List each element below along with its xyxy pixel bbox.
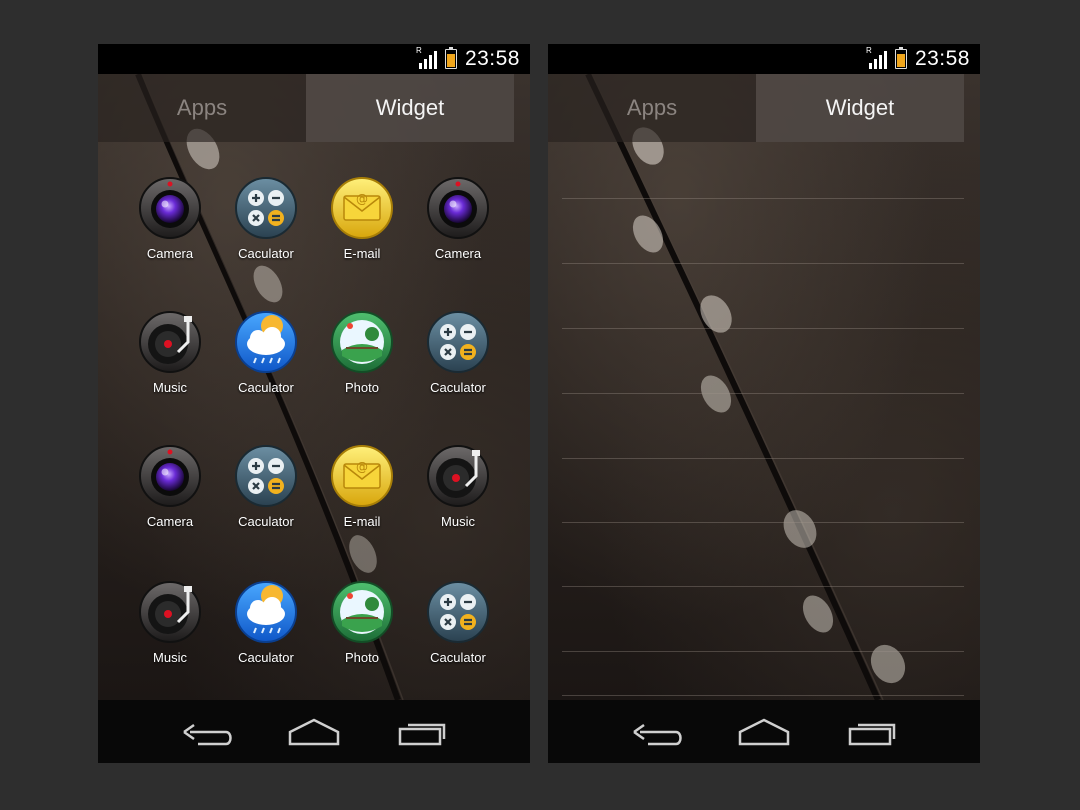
weather-icon	[218, 310, 314, 374]
app-shortcut[interactable]: Caculator	[218, 436, 314, 546]
camera-icon	[122, 176, 218, 240]
signal-icon: R	[865, 46, 887, 70]
app-shortcut[interactable]: Photo	[314, 572, 410, 682]
back-icon[interactable]	[176, 714, 236, 750]
app-label: Music	[441, 514, 475, 529]
app-label: Caculator	[238, 246, 294, 261]
widget-slot-divider	[562, 458, 964, 459]
navigation-bar	[98, 700, 530, 763]
app-shortcut[interactable]: @ E-mail	[314, 168, 410, 278]
app-shortcut[interactable]: Caculator	[218, 572, 314, 682]
status-bar: R 23:58	[548, 44, 980, 74]
tab-widget[interactable]: Widget	[756, 74, 964, 142]
app-label: E-mail	[343, 246, 381, 261]
app-shortcut[interactable]: Music	[122, 302, 218, 412]
app-label: Caculator	[430, 650, 486, 665]
app-shortcut[interactable]: Caculator	[218, 302, 314, 412]
navigation-bar	[548, 700, 980, 763]
widget-slot-divider	[562, 198, 964, 199]
widget-slot-divider	[562, 522, 964, 523]
photo-icon	[314, 310, 410, 374]
recent-apps-icon[interactable]	[842, 714, 902, 750]
app-label: Photo	[345, 380, 379, 395]
home-icon[interactable]	[284, 714, 344, 750]
signal-icon: R	[415, 46, 437, 70]
app-label: Caculator	[430, 380, 486, 395]
calculator-icon	[218, 444, 314, 508]
email-icon: @	[314, 444, 410, 508]
tab-bar: Apps Widget	[548, 74, 964, 142]
status-clock: 23:58	[464, 47, 520, 70]
svg-text:@: @	[356, 460, 368, 474]
email-icon: @	[314, 176, 410, 240]
app-label: Camera	[146, 514, 194, 529]
widget-slot-divider	[562, 263, 964, 264]
app-shortcut[interactable]: Camera	[410, 168, 506, 278]
tab-widget[interactable]: Widget	[306, 74, 514, 142]
weather-icon	[218, 580, 314, 644]
music-icon	[122, 580, 218, 644]
back-icon[interactable]	[626, 714, 686, 750]
app-label: Caculator	[238, 380, 294, 395]
app-label: E-mail	[343, 514, 381, 529]
home-icon[interactable]	[734, 714, 794, 750]
app-label: Caculator	[238, 514, 294, 529]
tab-apps[interactable]: Apps	[98, 74, 306, 142]
music-icon	[122, 310, 218, 374]
status-clock: 23:58	[914, 47, 970, 70]
widget-slot-divider	[562, 695, 964, 696]
camera-icon	[410, 176, 506, 240]
app-shortcut[interactable]: Camera	[122, 168, 218, 278]
battery-icon	[894, 47, 907, 69]
app-label: Music	[153, 380, 187, 395]
photo-icon	[314, 580, 410, 644]
status-bar: R 23:58	[98, 44, 530, 74]
wallpaper-branch	[585, 74, 906, 700]
app-shortcut[interactable]: @ E-mail	[314, 436, 410, 546]
tab-apps[interactable]: Apps	[548, 74, 756, 142]
app-shortcut[interactable]: Caculator	[218, 168, 314, 278]
app-label: Camera	[434, 246, 482, 261]
music-icon	[410, 444, 506, 508]
phone-screen-widget: R 23:58 Apps Widget	[548, 44, 980, 763]
widget-slot-divider	[562, 651, 964, 652]
app-label: Caculator	[238, 650, 294, 665]
calculator-icon	[410, 580, 506, 644]
tab-bar: Apps Widget	[98, 74, 514, 142]
recent-apps-icon[interactable]	[392, 714, 452, 750]
app-shortcut[interactable]: Photo	[314, 302, 410, 412]
app-shortcut[interactable]: Caculator	[410, 572, 506, 682]
app-label: Camera	[146, 246, 194, 261]
calculator-icon	[410, 310, 506, 374]
calculator-icon	[218, 176, 314, 240]
app-shortcut[interactable]: Caculator	[410, 302, 506, 412]
wallpaper	[548, 74, 980, 700]
widget-slot-divider	[562, 328, 964, 329]
app-label: Photo	[345, 650, 379, 665]
app-shortcut[interactable]: Music	[122, 572, 218, 682]
widget-slot-divider	[562, 393, 964, 394]
app-label: Music	[153, 650, 187, 665]
svg-text:@: @	[356, 192, 368, 206]
widget-slot-divider	[562, 586, 964, 587]
app-shortcut[interactable]: Camera	[122, 436, 218, 546]
phone-screen-apps: R 23:58 Apps Widget Camera Caculator @ E-ma…	[98, 44, 530, 763]
battery-icon	[444, 47, 457, 69]
app-shortcut[interactable]: Music	[410, 436, 506, 546]
camera-icon	[122, 444, 218, 508]
